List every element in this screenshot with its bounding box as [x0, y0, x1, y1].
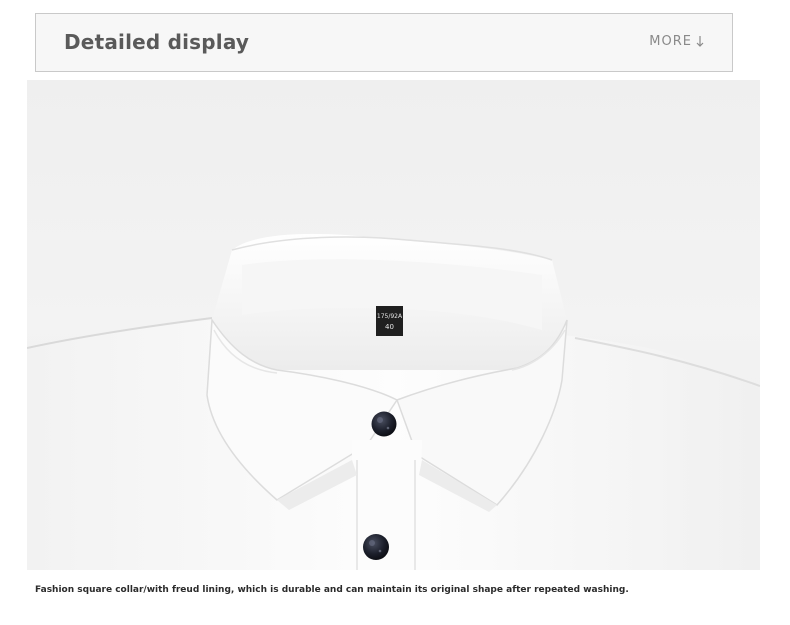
arrow-down-icon: [696, 36, 704, 47]
more-label: MORE: [649, 34, 692, 49]
section-title: Detailed display: [64, 30, 250, 54]
size-tag-line1: 175/92A: [377, 313, 403, 320]
placket-button: [363, 534, 389, 560]
size-tag-line2: 40: [385, 323, 394, 331]
size-tag: [376, 306, 403, 336]
more-link[interactable]: MORE: [649, 34, 704, 49]
product-photo: 175/92A 40: [27, 80, 760, 570]
section-header: Detailed display MORE: [35, 13, 733, 72]
collar-button: [371, 411, 397, 437]
shirt-collar-image: 175/92A 40: [27, 80, 760, 570]
product-caption: Fashion square collar/with freud lining,…: [35, 585, 629, 595]
